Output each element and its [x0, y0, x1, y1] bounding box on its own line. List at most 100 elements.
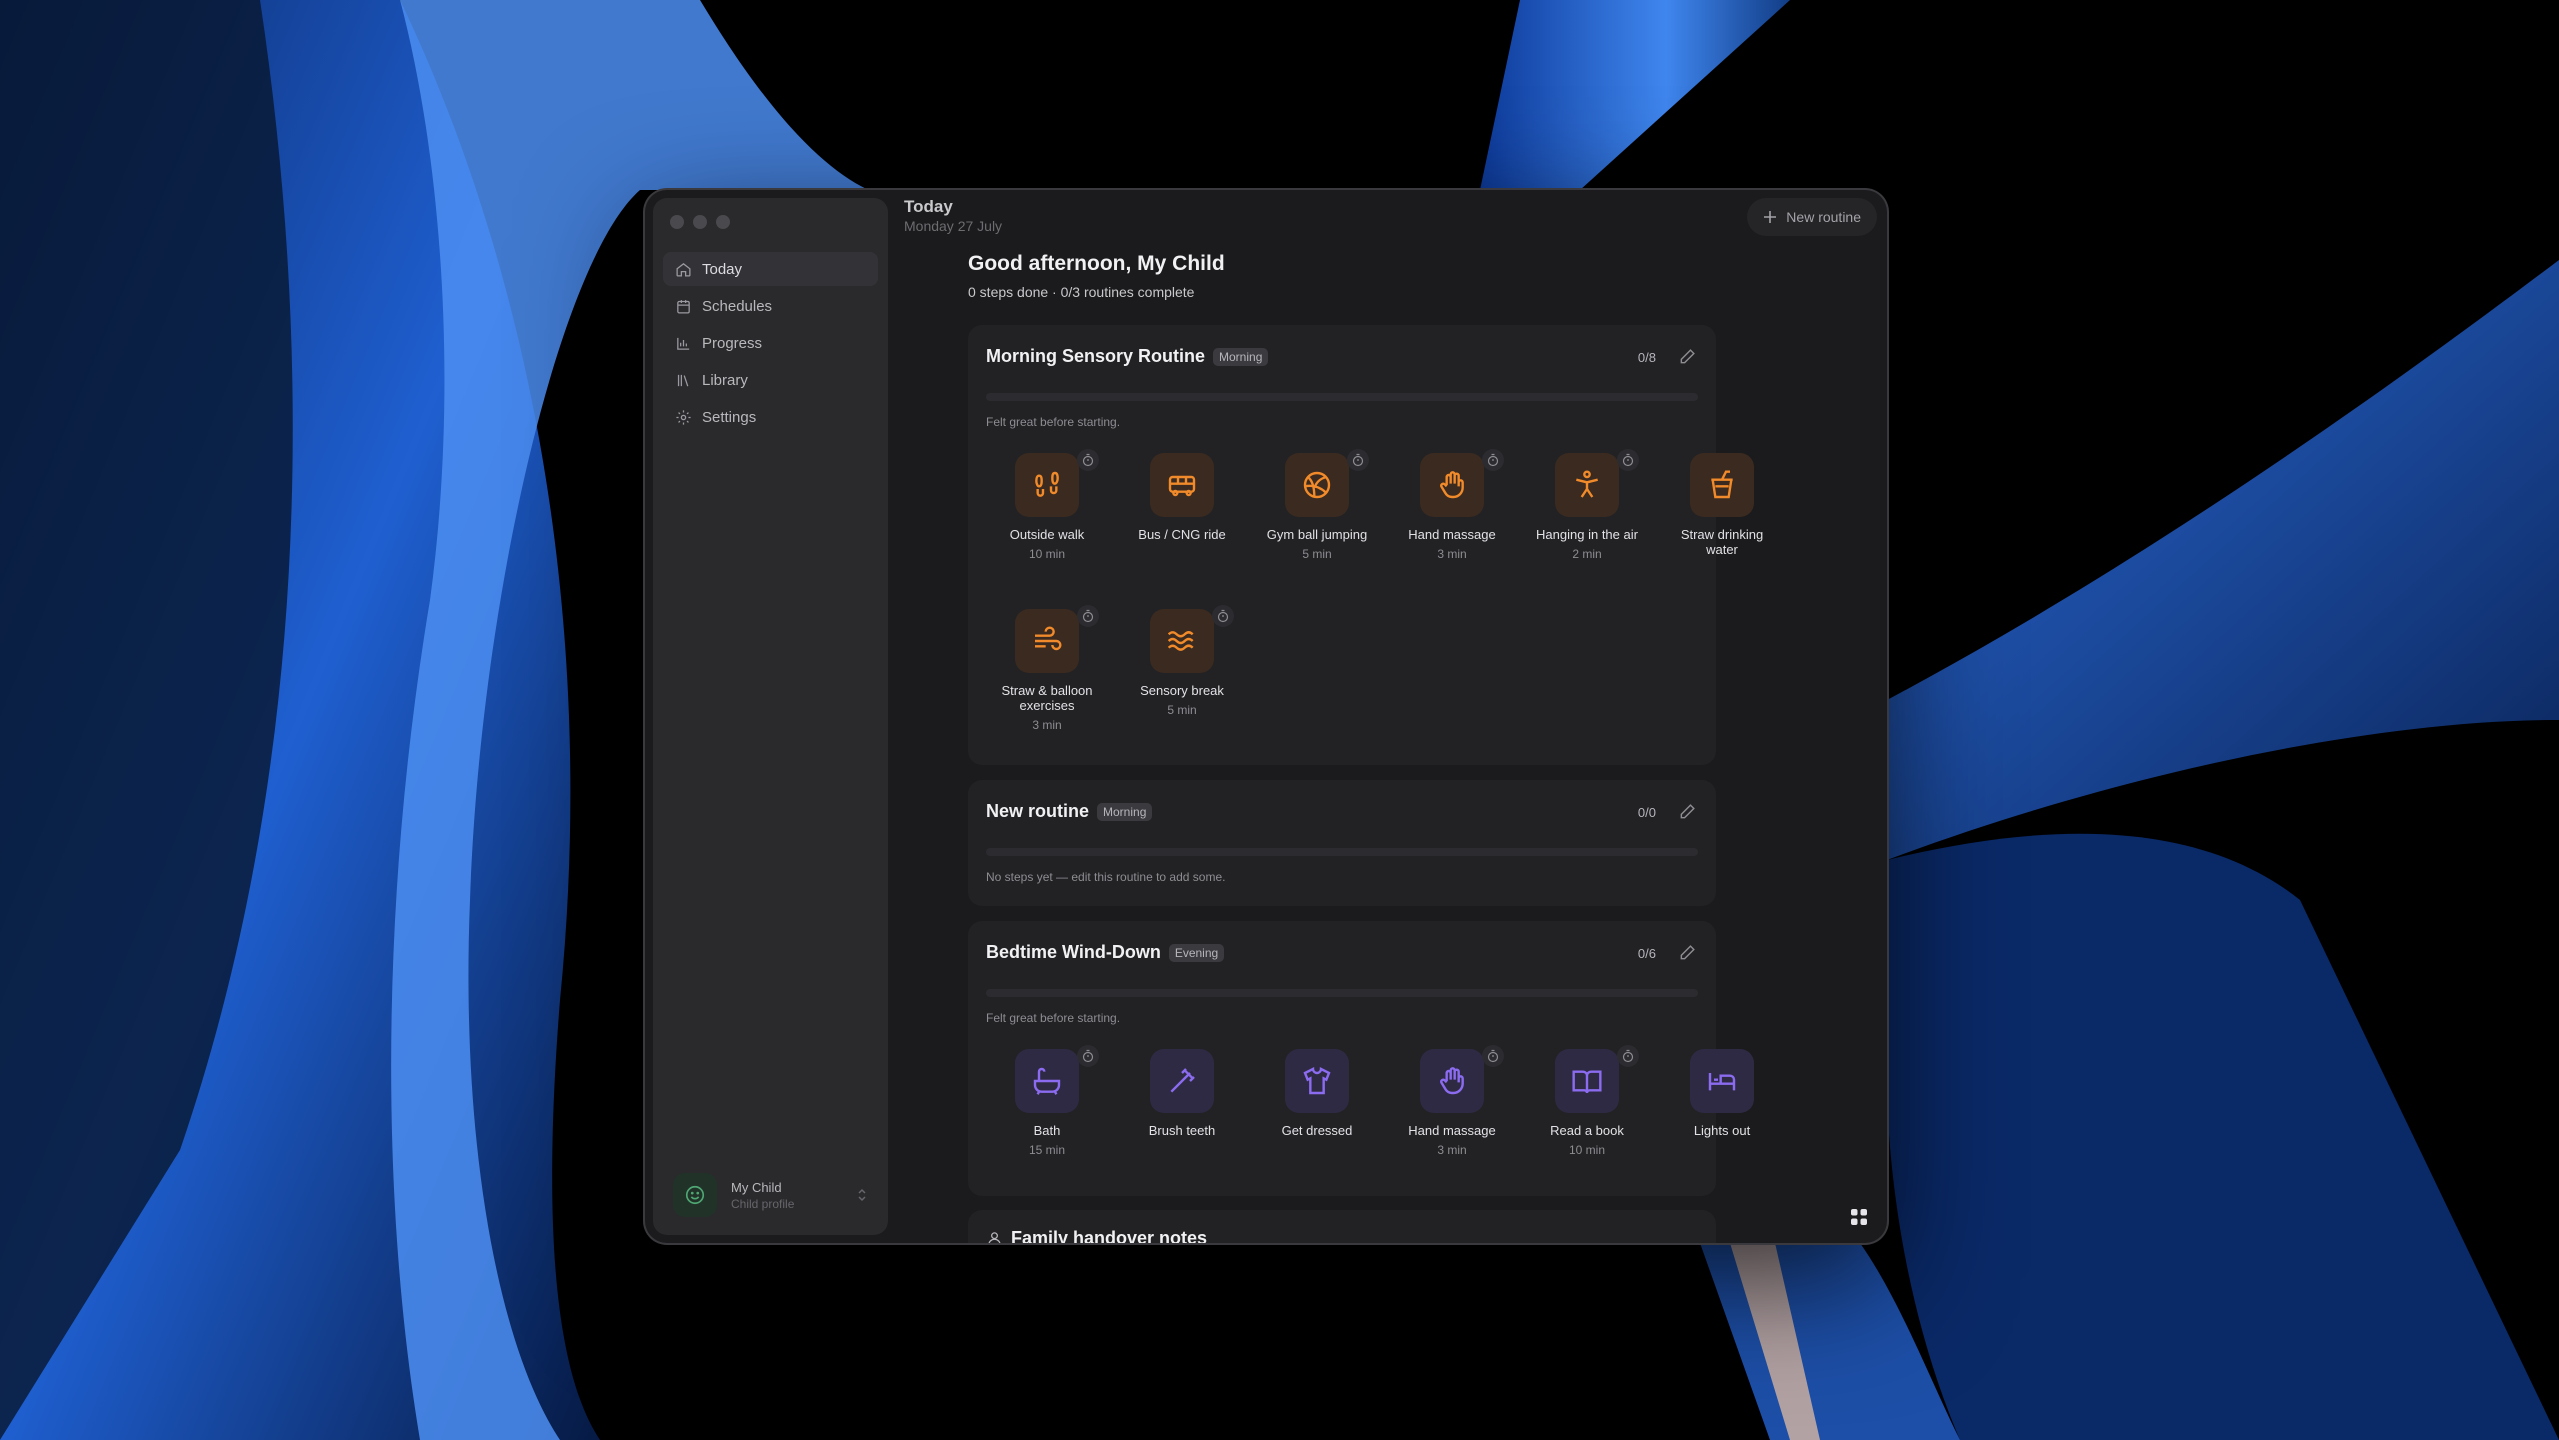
new-routine-button[interactable]: New routine: [1747, 198, 1877, 236]
book-icon: [1572, 1070, 1602, 1094]
routine-count: 0/6: [1637, 946, 1656, 961]
greeting-block: Good afternoon, My Child 0 steps done · …: [968, 252, 1716, 300]
app-window: Today Schedules Progress Library Setting…: [645, 190, 1887, 1243]
edit-routine-button[interactable]: [1678, 801, 1698, 821]
bath-icon: [1033, 1067, 1061, 1095]
step-hand-massage[interactable]: Hand massage 3 min: [1387, 449, 1517, 561]
step-gym-ball-jumping[interactable]: Gym ball jumping 5 min: [1252, 449, 1382, 561]
timer-icon: [1482, 449, 1504, 471]
timer-icon: [1212, 605, 1234, 627]
routine-note: Felt great before starting.: [986, 415, 1121, 429]
grid-view-button[interactable]: [1849, 1207, 1869, 1227]
step-duration: 3 min: [1437, 1143, 1467, 1157]
sidebar-item-progress[interactable]: Progress: [663, 326, 878, 360]
sidebar-item-today[interactable]: Today: [663, 252, 878, 286]
routine-progress-bar: [986, 989, 1698, 997]
sidebar-item-label: Settings: [702, 408, 757, 426]
step-duration: 10 min: [1568, 1143, 1606, 1157]
routine-card-bedtime-wind-down: Bedtime Wind-Down Evening 0/6 Felt great…: [968, 921, 1754, 1196]
edit-routine-button[interactable]: [1678, 346, 1698, 366]
close-window-button[interactable]: [670, 215, 684, 229]
timer-icon: [1077, 1045, 1099, 1067]
sidebar-item-label: Library: [702, 371, 748, 389]
person-icon: [1576, 470, 1598, 498]
minimize-window-button[interactable]: [693, 215, 707, 229]
step-duration: 3 min: [1437, 547, 1467, 561]
step-label: Outside walk: [1009, 527, 1085, 542]
step-label: Straw & balloon exercises: [1001, 683, 1093, 713]
home-icon: [676, 262, 691, 277]
user-icon: [988, 1232, 1001, 1243]
step-label: Get dressed: [1281, 1123, 1353, 1138]
chart-icon: [677, 337, 690, 350]
step-label: Lights out: [1693, 1123, 1751, 1138]
step-label: Hand massage: [1408, 1123, 1496, 1138]
step-hanging-in-the-air[interactable]: Hanging in the air 2 min: [1522, 449, 1652, 561]
plus-icon: [1764, 211, 1777, 223]
page-title: Today: [904, 197, 953, 216]
routine-title: New routine: [986, 801, 1090, 821]
step-read-a-book[interactable]: Read a book 10 min: [1522, 1045, 1652, 1157]
step-duration: 3 min: [1032, 718, 1062, 732]
new-routine-label: New routine: [1786, 209, 1861, 225]
routine-progress-bar: [986, 848, 1698, 856]
timer-icon: [1077, 605, 1099, 627]
cup-icon: [1711, 470, 1733, 499]
step-bath[interactable]: Bath 15 min: [982, 1045, 1112, 1157]
step-label: Bath: [1033, 1123, 1061, 1138]
step-duration: 10 min: [1028, 547, 1066, 561]
step-label: Bus / CNG ride: [1138, 527, 1226, 542]
timer-icon: [1617, 449, 1639, 471]
step-outside-walk[interactable]: Outside walk 10 min: [982, 449, 1112, 561]
zoom-window-button[interactable]: [716, 215, 730, 229]
greeting-summary: 0 steps done · 0/3 routines complete: [968, 284, 1195, 300]
step-hand-massage-evening[interactable]: Hand massage 3 min: [1387, 1045, 1517, 1157]
profile-subtitle: Child profile: [731, 1196, 795, 1211]
step-straw-drinking-water[interactable]: Straw drinking water: [1657, 453, 1787, 562]
sidebar: Today Schedules Progress Library Setting…: [653, 198, 888, 1235]
routine-tag: Evening: [1168, 943, 1225, 962]
profile-name: My Child: [731, 1179, 782, 1195]
sidebar-item-settings[interactable]: Settings: [663, 400, 878, 434]
edit-routine-button[interactable]: [1678, 942, 1698, 962]
routine-card-new-routine: New routine Morning 0/0 No steps yet — e…: [968, 780, 1716, 906]
step-lights-out[interactable]: Lights out: [1657, 1049, 1787, 1143]
step-label: Hanging in the air: [1536, 527, 1638, 542]
waves-icon: [1167, 631, 1194, 651]
step-label: Sensory break: [1140, 683, 1224, 698]
profile-switcher[interactable]: My Child Child profile: [663, 1167, 878, 1223]
routine-title: Morning Sensory Routine: [986, 346, 1206, 366]
step-duration: 15 min: [1028, 1143, 1066, 1157]
step-sensory-break[interactable]: Sensory break 5 min: [1117, 605, 1247, 717]
step-duration: 5 min: [1302, 547, 1332, 561]
routine-title: Bedtime Wind-Down: [986, 942, 1161, 962]
step-straw-balloon-exercises[interactable]: Straw & balloon exercises 3 min: [982, 605, 1112, 732]
step-label: Read a book: [1550, 1123, 1624, 1138]
routine-count: 0/8: [1637, 350, 1656, 365]
footprints-icon: [1035, 471, 1059, 497]
ball-icon: [1303, 471, 1331, 499]
library-icon: [677, 374, 689, 386]
greeting-title: Good afternoon, My Child: [968, 252, 1225, 275]
sidebar-item-schedules[interactable]: Schedules: [663, 289, 878, 323]
step-get-dressed[interactable]: Get dressed: [1252, 1049, 1382, 1143]
sidebar-item-label: Today: [702, 260, 743, 278]
step-bus-cng-ride[interactable]: Bus / CNG ride: [1117, 453, 1247, 547]
timer-icon: [1617, 1045, 1639, 1067]
step-label: Hand massage: [1408, 527, 1496, 542]
bed-icon: [1708, 1073, 1736, 1091]
hand-icon: [1440, 471, 1464, 499]
sidebar-nav: Today Schedules Progress Library Setting…: [663, 252, 878, 437]
step-label: Gym ball jumping: [1266, 527, 1368, 542]
family-handover-card[interactable]: Family handover notes: [968, 1210, 1716, 1243]
calendar-icon: [677, 299, 690, 314]
routine-count: 0/0: [1637, 805, 1656, 820]
step-label: Brush teeth: [1148, 1123, 1216, 1138]
sidebar-item-label: Schedules: [702, 297, 773, 315]
sidebar-item-label: Progress: [702, 334, 763, 352]
sidebar-item-library[interactable]: Library: [663, 363, 878, 397]
step-brush-teeth[interactable]: Brush teeth: [1117, 1049, 1247, 1143]
routine-card-morning-sensory: Morning Sensory Routine Morning 0/8 Felt…: [968, 325, 1763, 765]
step-duration: 2 min: [1572, 547, 1602, 561]
step-label: Straw drinking water: [1680, 527, 1764, 557]
